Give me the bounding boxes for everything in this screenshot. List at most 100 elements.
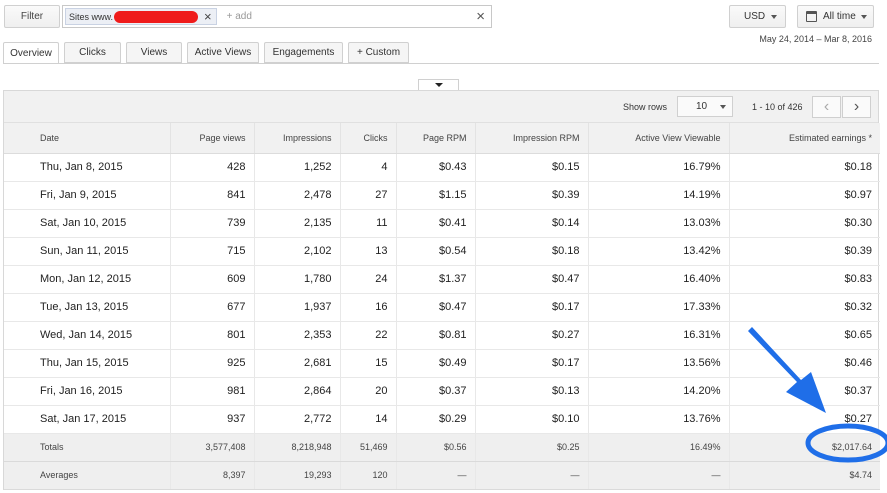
- table-cell: 1,780: [254, 265, 341, 294]
- tab-custom[interactable]: + Custom: [348, 42, 409, 63]
- table-cell: 8,397: [170, 461, 255, 490]
- tab-engagements[interactable]: Engagements: [264, 42, 343, 63]
- table-cell: $0.13: [475, 377, 589, 406]
- table-cell: 1,252: [254, 153, 341, 182]
- collapse-chart-toggle[interactable]: [418, 79, 459, 90]
- table-cell: 120: [340, 461, 397, 490]
- column-header[interactable]: Clicks: [340, 123, 397, 154]
- rows-per-page-select[interactable]: 10: [677, 96, 733, 117]
- table-cell: 677: [170, 293, 255, 322]
- table-cell: $0.30: [729, 209, 880, 238]
- column-header[interactable]: Estimated earnings *: [729, 123, 880, 154]
- prev-page-button[interactable]: ‹: [812, 96, 841, 118]
- tab-views[interactable]: Views: [126, 42, 182, 63]
- filter-input[interactable]: Sites www. × + add ×: [62, 5, 492, 28]
- earnings-table: Date Page views Impressions Clicks Page …: [4, 123, 880, 490]
- table-cell: $0.10: [475, 405, 589, 434]
- filter-button[interactable]: Filter: [4, 5, 60, 28]
- show-rows-label: Show rows: [623, 102, 668, 112]
- table-cell: $0.18: [475, 237, 589, 266]
- currency-dropdown[interactable]: USD: [729, 5, 786, 28]
- table-cell: $0.56: [396, 433, 476, 462]
- table-cell: $0.15: [475, 153, 589, 182]
- table-cell: $0.37: [396, 377, 476, 406]
- add-filter-placeholder[interactable]: + add: [227, 11, 252, 22]
- table-cell: 1,937: [254, 293, 341, 322]
- table-cell: 11: [340, 209, 397, 238]
- table-cell: Thu, Jan 15, 2015: [4, 349, 171, 378]
- column-header[interactable]: Date: [4, 123, 171, 154]
- table-cell: $0.39: [729, 237, 880, 266]
- table-cell: —: [475, 461, 589, 490]
- table-cell: 428: [170, 153, 255, 182]
- table-cell: 16: [340, 293, 397, 322]
- next-page-button[interactable]: ›: [842, 96, 871, 118]
- site-filter-chip[interactable]: Sites www. ×: [65, 8, 217, 25]
- date-range-dropdown[interactable]: All time: [797, 5, 874, 28]
- table-cell: $0.29: [396, 405, 476, 434]
- table-cell: $0.41: [396, 209, 476, 238]
- column-header[interactable]: Page RPM: [396, 123, 476, 154]
- chevron-right-icon: ›: [853, 98, 860, 115]
- page-info: 1 - 10 of 426: [752, 102, 803, 112]
- table-cell: 16.79%: [588, 153, 730, 182]
- table-cell: 22: [340, 321, 397, 350]
- table-cell: 3,577,408: [170, 433, 255, 462]
- tab-clicks[interactable]: Clicks: [64, 42, 121, 63]
- table-row: Mon, Jan 12, 2015 609 1,780 24 $1.37 $0.47 16.…: [4, 265, 880, 294]
- table-cell: 4: [340, 153, 397, 182]
- report-tabs: Overview Clicks Views Active Views Engag…: [3, 42, 414, 64]
- table-cell: 16.49%: [588, 433, 730, 462]
- table-cell: $1.37: [396, 265, 476, 294]
- column-header[interactable]: Active View Viewable: [588, 123, 730, 154]
- column-header[interactable]: Impression RPM: [475, 123, 589, 154]
- table-cell: 2,135: [254, 209, 341, 238]
- table-cell: 2,864: [254, 377, 341, 406]
- tab-divider: [3, 63, 879, 64]
- remove-chip-icon[interactable]: ×: [204, 10, 212, 23]
- table-cell: Sat, Jan 17, 2015: [4, 405, 171, 434]
- column-header[interactable]: Page views: [170, 123, 255, 154]
- currency-label: USD: [744, 11, 766, 22]
- table-cell: 27: [340, 181, 397, 210]
- table-row: Sat, Jan 17, 2015 937 2,772 14 $0.29 $0.10 13.…: [4, 405, 880, 434]
- tab-overview[interactable]: Overview: [3, 42, 59, 64]
- table-cell: $0.49: [396, 349, 476, 378]
- table-row: Tue, Jan 13, 2015 677 1,937 16 $0.47 $0.17 17.…: [4, 293, 880, 322]
- table-cell: 981: [170, 377, 255, 406]
- clear-filter-icon[interactable]: ×: [476, 8, 485, 25]
- table-cell: $0.32: [729, 293, 880, 322]
- table-cell: $0.81: [396, 321, 476, 350]
- table-cell: Fri, Jan 16, 2015: [4, 377, 171, 406]
- table-cell: Thu, Jan 8, 2015: [4, 153, 171, 182]
- averages-row: Averages 8,397 19,293 120— — — $4.74: [4, 461, 880, 490]
- date-range-text: May 24, 2014 – Mar 8, 2016: [759, 34, 872, 44]
- table-cell: Wed, Jan 14, 2015: [4, 321, 171, 350]
- table-cell: $0.46: [729, 349, 880, 378]
- table-cell: $0.37: [729, 377, 880, 406]
- table-cell: 8,218,948: [254, 433, 341, 462]
- table-cell: 20: [340, 377, 397, 406]
- chevron-down-icon: [860, 14, 867, 19]
- table-cell: $0.43: [396, 153, 476, 182]
- tab-active-views[interactable]: Active Views: [187, 42, 259, 63]
- table-header-row: Date Page views Impressions Clicks Page …: [4, 123, 880, 154]
- table-row: Wed, Jan 14, 2015 801 2,353 22 $0.81 $0.27 16.…: [4, 321, 880, 350]
- table-cell: 2,681: [254, 349, 341, 378]
- chevron-left-icon: ‹: [823, 98, 830, 115]
- column-header[interactable]: Impressions: [254, 123, 341, 154]
- table-row: Fri, Jan 9, 2015 841 2,478 27 $1.15 $0.39 14.1…: [4, 181, 880, 210]
- table-cell: $0.47: [396, 293, 476, 322]
- table-cell: 2,353: [254, 321, 341, 350]
- chip-label: Sites www.: [69, 11, 114, 22]
- table-cell: $0.54: [396, 237, 476, 266]
- table-cell: $0.18: [729, 153, 880, 182]
- table-row: Sat, Jan 10, 2015 739 2,135 11 $0.41 $0.14 13.…: [4, 209, 880, 238]
- table-row: Fri, Jan 16, 2015 981 2,864 20 $0.37 $0.13 14.…: [4, 377, 880, 406]
- table-cell: $0.14: [475, 209, 589, 238]
- table-cell: $0.27: [475, 321, 589, 350]
- table-cell: 13.76%: [588, 405, 730, 434]
- table-cell: 13: [340, 237, 397, 266]
- table-cell: 16.40%: [588, 265, 730, 294]
- table-cell: Averages: [4, 461, 171, 490]
